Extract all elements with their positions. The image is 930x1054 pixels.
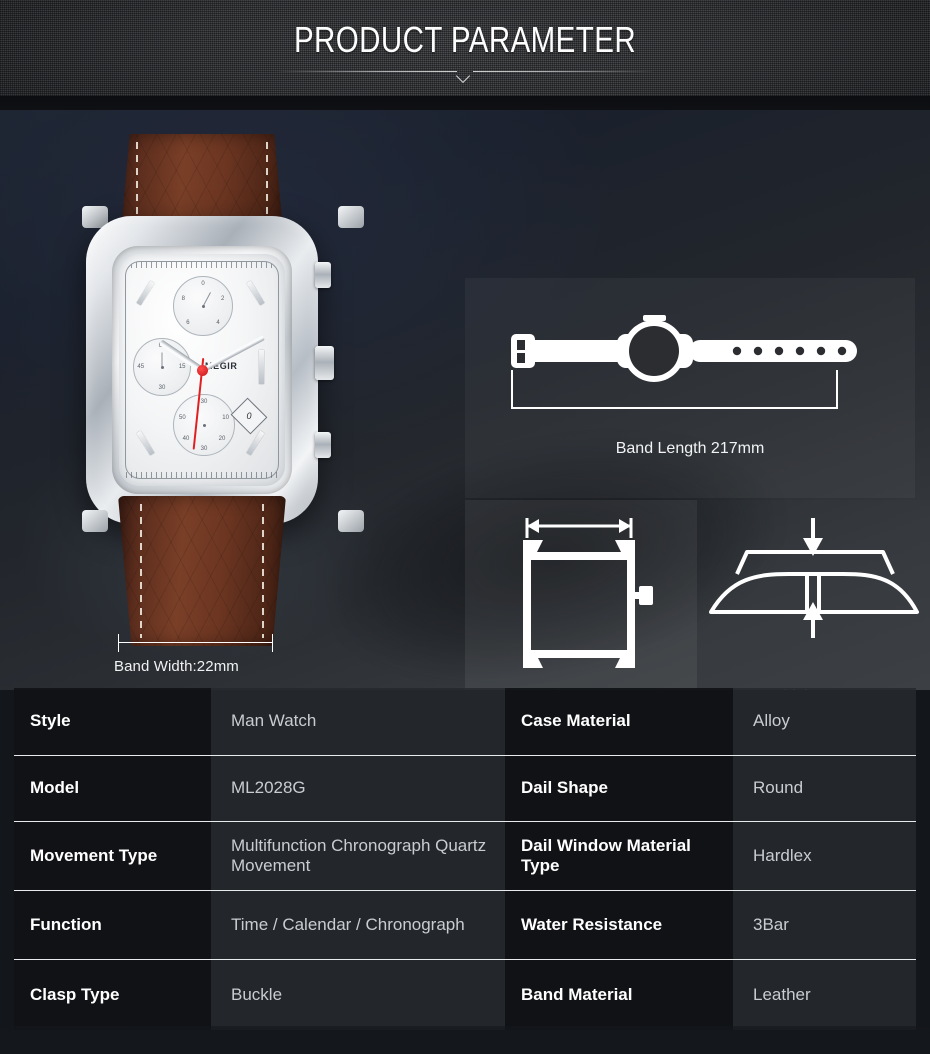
spec-value-model: ML2028G [211,756,505,821]
band-width-callout: Band Width:22mm [114,634,273,690]
strap-stitching [262,504,264,638]
watch-strap-lower [118,496,286,646]
subdial-top-tick-2: 2 [221,296,225,303]
watch-bezel: 0 2 4 6 8 6 0 15 30 [112,246,292,494]
product-hero-image: 0 2 4 6 8 6 0 15 30 [0,110,930,690]
subdial-pin [201,304,205,308]
subdial-bottom-tick-30u: 30 [200,399,208,406]
table-row: Clasp Type Buckle Band Material Leather [14,959,916,1030]
page-footer-fade [0,1026,930,1054]
strap-stitching [140,504,142,638]
measure-line [118,642,273,643]
spec-pair-right: Dail Window Material Type Hardlex [505,822,916,890]
chronograph-pusher-top [315,262,331,288]
subdial-bottom-tick-20: 20 [218,436,226,443]
spec-label-case-material: Case Material [505,688,733,755]
subdial-pin [202,423,206,427]
watch-dial: 0 2 4 6 8 6 0 15 30 [119,254,285,486]
subdial-left-tick-15: 15 [178,364,186,370]
diagram-case-diameter: Case Diameter 38mm [465,500,697,690]
spec-label-band-material: Band Material [505,960,733,1030]
spec-label-movement-type: Movement Type [14,822,211,890]
subdial-left-tick-30: 30 [158,385,166,392]
chevron-down-icon [455,67,473,84]
specification-table: Style Man Watch Case Material Alloy Mode… [14,688,916,1030]
watch-lug [338,206,364,228]
spec-value-dail-shape: Round [733,756,916,821]
spec-pair-right: Band Material Leather [505,960,916,1030]
divider-line-left [275,71,457,72]
spec-value-water-resistance: 3Bar [733,891,916,959]
spec-value-dail-window-material: Hardlex [733,822,916,890]
watch-product-photo: 0 2 4 6 8 6 0 15 30 [78,128,368,668]
page-title: PRODUCT PARAMETER [293,19,637,60]
subdial-top-tick-8: 8 [181,296,185,303]
spec-value-clasp-type: Buckle [211,960,505,1030]
watch-lug [82,510,108,532]
watch-lug [338,510,364,532]
spec-pair-right: Water Resistance 3Bar [505,891,916,959]
watch-crown [315,346,334,380]
watch-strap-icon [511,315,857,409]
spec-value-style: Man Watch [211,688,505,755]
subdial-pin [160,365,164,369]
table-row: Function Time / Calendar / Chronograph W… [14,890,916,959]
band-width-label: Band Width:22mm [114,658,239,675]
spec-value-function: Time / Calendar / Chronograph [211,891,505,959]
banner-bottom-edge [0,96,930,110]
spec-label-style: Style [14,688,211,755]
measure-tick-right [272,634,273,652]
watch-case: 0 2 4 6 8 6 0 15 30 [86,216,334,524]
diagram-case-thickness: Case Thickness 12mm [697,500,930,690]
watch-case-front-icon [523,518,653,668]
divider-line-right [473,71,655,72]
subdial-top: 0 2 4 6 8 [173,276,233,336]
dial-index [259,350,264,384]
table-row: Model ML2028G Dail Shape Round [14,755,916,821]
subdial-top-tick-0: 0 [201,280,205,287]
table-row: Movement Type Multifunction Chronograph … [14,821,916,890]
page-banner: PRODUCT PARAMETER [0,0,930,96]
subdial-bottom-tick-30d: 30 [200,446,208,452]
subdial-top-tick-4: 4 [216,320,220,327]
spec-pair-right: Case Material Alloy [505,688,916,755]
band-length-caption: Band Length 217mm [615,440,765,457]
subdial-top-tick-6: 6 [186,320,190,327]
product-parameter-page: PRODUCT PARAMETER 0 2 4 6 8 15 30 45 30 … [0,0,930,1054]
banner-divider [275,68,655,85]
spec-label-dail-window-material: Dail Window Material Type [505,822,733,890]
spec-value-movement-type: Multifunction Chronograph Quartz Movemen… [211,822,505,890]
subdial-bottom-tick-10: 10 [222,414,229,421]
measure-tick-left [118,634,119,652]
spec-label-clasp-type: Clasp Type [14,960,211,1030]
spec-label-water-resistance: Water Resistance [505,891,733,959]
subdial-bottom-tick-40: 40 [182,436,190,443]
spec-value-case-material: Alloy [733,688,916,755]
spec-label-function: Function [14,891,211,959]
spec-label-model: Model [14,756,211,821]
spec-pair-right: Dail Shape Round [505,756,916,821]
date-value: 0 [246,411,252,421]
subdial-left-tick-45: 45 [137,364,145,370]
table-row: Style Man Watch Case Material Alloy [14,688,916,755]
subdial-bottom: 30 10 20 40 50 30 [173,394,235,456]
chronograph-pusher-bottom [315,432,331,458]
hands-hub [196,364,208,376]
spec-value-band-material: Leather [733,960,916,1030]
spec-label-dail-shape: Dail Shape [505,756,733,821]
subdial-bottom-tick-50: 50 [179,414,186,421]
watch-case-side-icon [709,518,919,638]
diagram-band-length: Band Length 217mm [465,278,915,498]
